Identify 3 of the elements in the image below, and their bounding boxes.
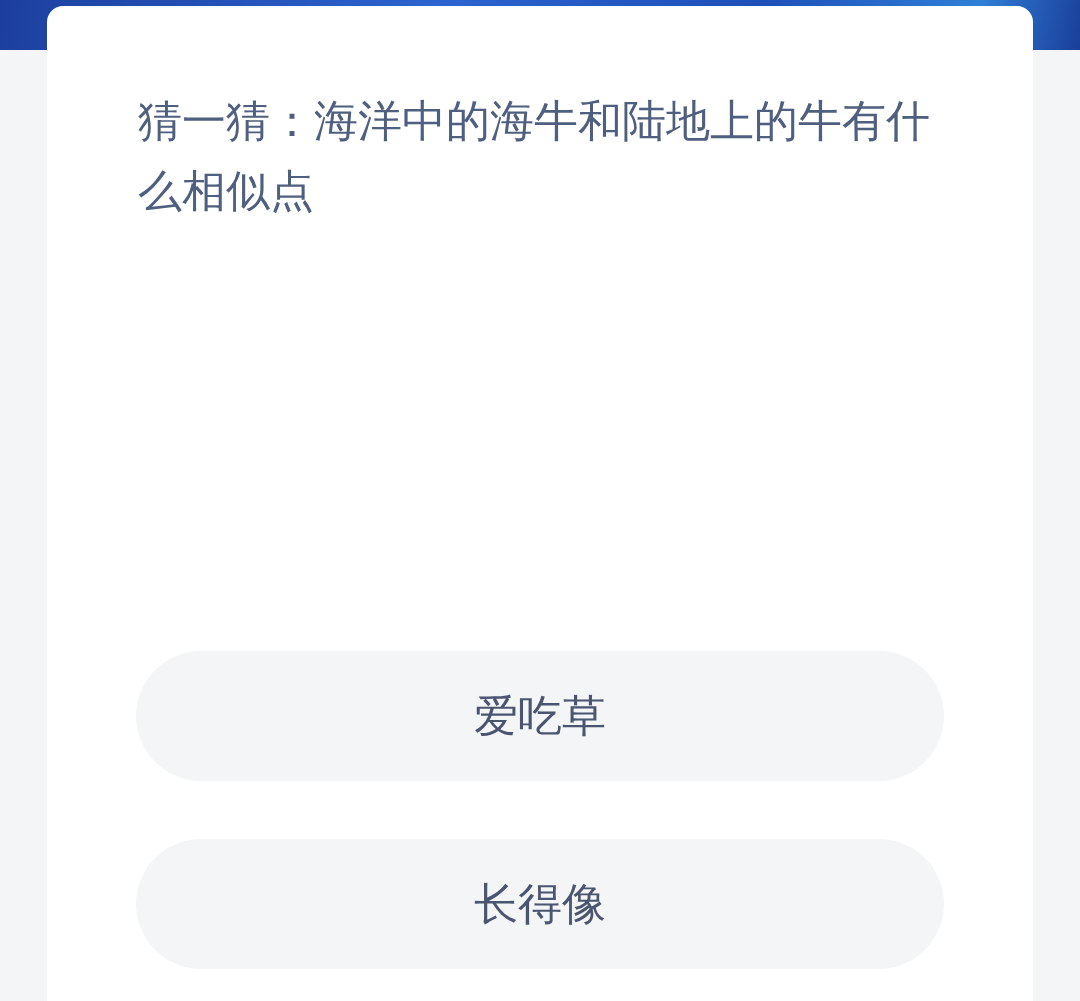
answer-option[interactable]: 长得像 [136,839,944,969]
answer-option[interactable]: 爱吃草 [136,651,944,781]
question-text: 猜一猜：海洋中的海牛和陆地上的牛有什么相似点 [138,94,931,218]
